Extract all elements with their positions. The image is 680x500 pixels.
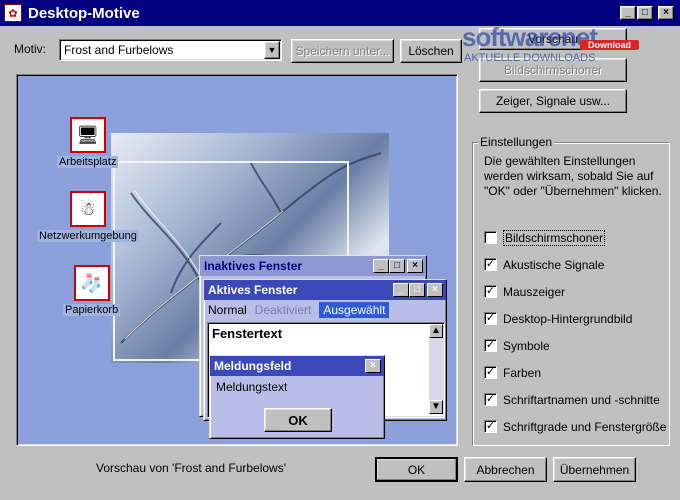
network-icon: ☃ [69, 191, 106, 227]
preview-area: 🖥 Arbeitsplatz ☃ Netzwerkumgebung 🧦 Papi… [16, 74, 458, 446]
close-button[interactable]: × [658, 6, 674, 20]
inactive-window-titlebar: Inaktives Fenster _ □ × [200, 256, 426, 276]
settings-description: Die gewählten Einstellungen werden wirks… [484, 154, 662, 198]
message-text: Meldungstext [216, 380, 288, 394]
scroll-up-icon: ▲ [429, 324, 443, 338]
desktop-icon-arbeitsplatz[interactable]: 🖥 Arbeitsplatz [57, 117, 119, 168]
close-icon: × [427, 283, 443, 297]
cancel-button[interactable]: Abbrechen [464, 457, 547, 482]
maximize-icon: □ [641, 7, 649, 18]
checkmark-icon[interactable]: ✓ [484, 339, 497, 352]
window-title: Desktop-Motive [28, 4, 140, 22]
minimize-icon: _ [393, 283, 409, 297]
motiv-label: Motiv: [14, 42, 47, 56]
settings-list: Bildschirmschoner ✓ Akustische Signale ✓… [484, 224, 670, 440]
close-icon: × [365, 359, 381, 373]
setting-colors[interactable]: ✓ Farben [484, 359, 670, 386]
ok-button[interactable]: OK [375, 457, 458, 482]
settings-group-label: Einstellungen [478, 135, 555, 149]
checkbox[interactable] [484, 231, 497, 244]
setting-pointers[interactable]: ✓ Mauszeiger [484, 278, 670, 305]
recycle-bin-icon: 🧦 [73, 265, 110, 301]
watermark: softwarenet Download AKTUELLE DOWNLOADS [462, 22, 677, 72]
apply-button[interactable]: Übernehmen [553, 457, 636, 482]
minimize-icon: _ [373, 259, 389, 273]
app-icon: ✿ [4, 4, 22, 22]
message-box-preview: Meldungsfeld × Meldungstext OK [209, 355, 385, 439]
setting-icons[interactable]: ✓ Symbole [484, 332, 670, 359]
window-text: Fenstertext [212, 326, 283, 341]
checkmark-icon[interactable]: ✓ [484, 366, 497, 379]
setting-font-names[interactable]: ✓ Schriftartnamen und -schnitte [484, 386, 670, 413]
desktop-icon-papierkorb[interactable]: 🧦 Papierkorb [63, 265, 121, 316]
checkmark-icon[interactable]: ✓ [484, 258, 497, 271]
scrollbar: ▲ ▼ [429, 324, 443, 414]
menu-normal: Normal [208, 302, 247, 317]
minimize-button[interactable]: _ [620, 6, 636, 20]
scroll-down-icon: ▼ [429, 400, 443, 414]
message-box-titlebar: Meldungsfeld × [210, 356, 384, 376]
computer-icon: 🖥 [69, 117, 106, 153]
watermark-badge: Download [580, 40, 639, 50]
menu-disabled: Deaktiviert [254, 302, 312, 317]
setting-sounds[interactable]: ✓ Akustische Signale [484, 251, 670, 278]
maximize-button[interactable]: □ [637, 6, 653, 20]
setting-screensaver[interactable]: Bildschirmschoner [484, 224, 670, 251]
motiv-value: Frost and Furbelows [64, 43, 174, 57]
motiv-dropdown-button[interactable]: ▼ [264, 41, 280, 59]
setting-wallpaper[interactable]: ✓ Desktop-Hintergrundbild [484, 305, 670, 332]
checkmark-icon[interactable]: ✓ [484, 420, 497, 433]
setting-font-sizes[interactable]: ✓ Schriftgrade und Fenstergröße [484, 413, 670, 440]
minimize-icon: _ [625, 7, 631, 18]
active-window-titlebar: Aktives Fenster _ □ × [204, 280, 446, 300]
close-icon: × [407, 259, 423, 273]
message-ok-button: OK [264, 408, 332, 432]
pointers-button[interactable]: Zeiger, Signale usw... [479, 89, 627, 113]
menu-selected: Ausgewählt [319, 301, 390, 318]
checkmark-icon[interactable]: ✓ [484, 312, 497, 325]
preview-caption: Vorschau von 'Frost and Furbelows' [96, 461, 287, 475]
checkmark-icon[interactable]: ✓ [484, 393, 497, 406]
checkmark-icon[interactable]: ✓ [484, 285, 497, 298]
motiv-select[interactable]: Frost and Furbelows [59, 39, 282, 61]
close-icon: × [663, 7, 669, 18]
chevron-down-icon: ▼ [267, 45, 277, 55]
active-window-menubar: Normal Deaktiviert Ausgewählt [204, 300, 446, 319]
maximize-icon: □ [389, 259, 405, 273]
desktop-icon-netzwerk[interactable]: ☃ Netzwerkumgebung [37, 191, 139, 242]
maximize-icon: □ [409, 283, 425, 297]
delete-button[interactable]: Löschen [400, 39, 462, 63]
watermark-subtext: AKTUELLE DOWNLOADS [464, 52, 596, 64]
watermark-text: softwarenet [462, 22, 598, 52]
save-as-button[interactable]: Speichern unter... [291, 39, 394, 63]
